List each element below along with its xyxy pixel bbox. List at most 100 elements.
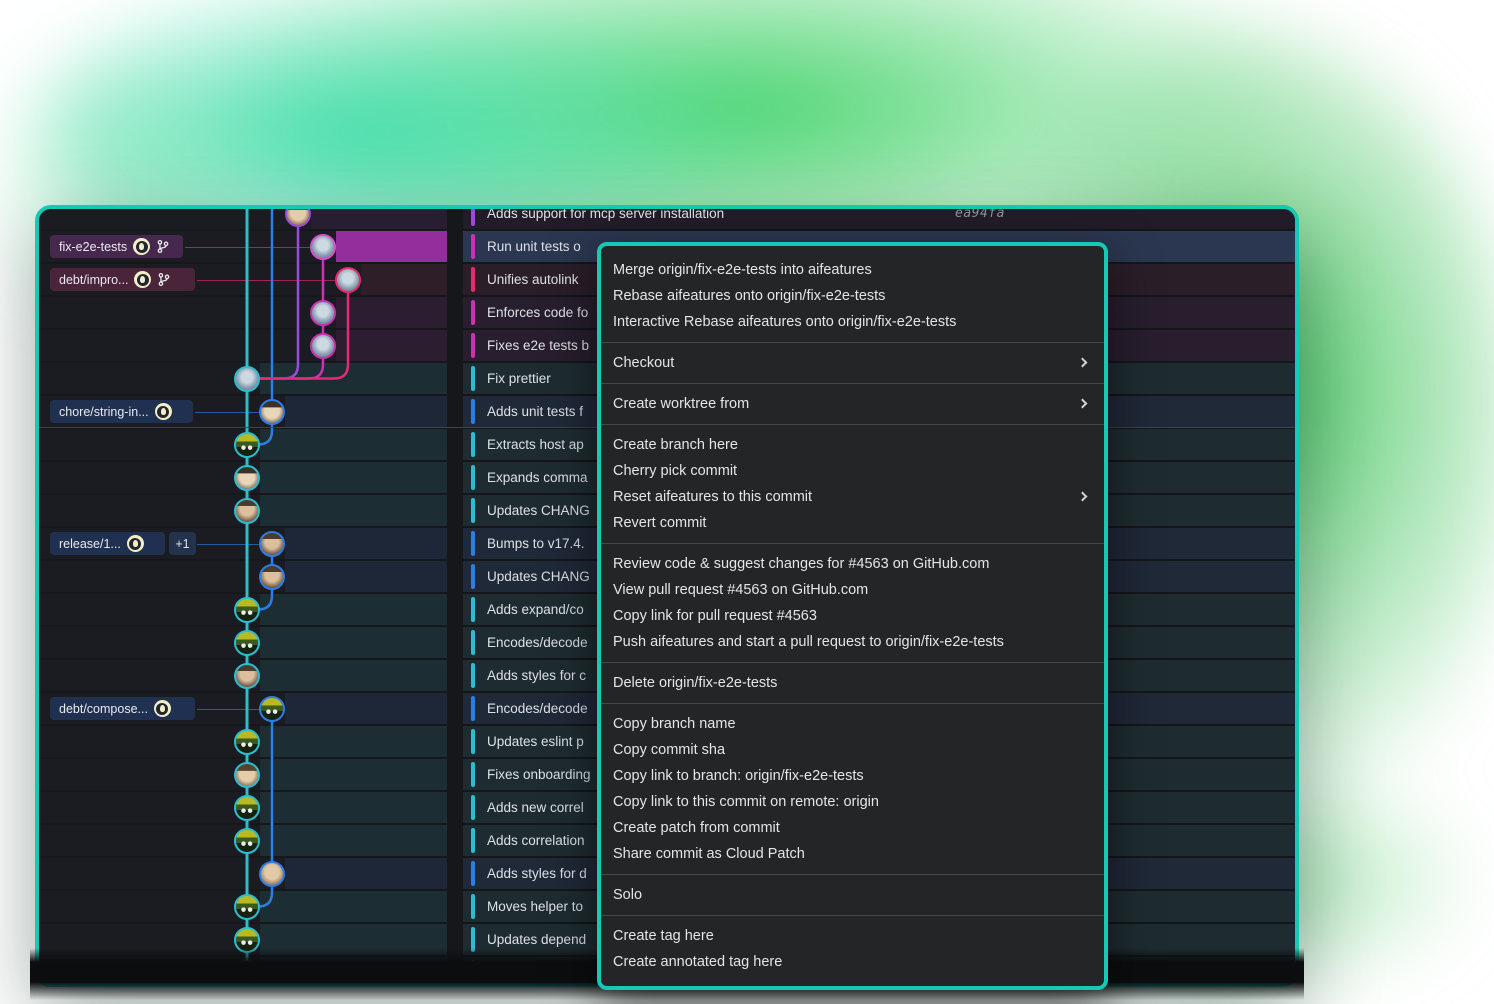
commit-node-avatar[interactable] (234, 828, 260, 854)
commit-graph-panel: fix-e2e-tests debt/impro... chore/string-i… (39, 209, 447, 983)
menu-item-copy-link-to-this-commit-on-remote-origi[interactable]: Copy link to this commit on remote: orig… (601, 789, 1104, 815)
commit-node-avatar[interactable] (234, 795, 260, 821)
commit-message: Adds styles for c (487, 660, 586, 691)
git-branch-icon (156, 239, 170, 254)
commit-node-avatar[interactable] (259, 696, 285, 722)
menu-item-label: Copy branch name (613, 716, 736, 732)
menu-group: Delete origin/fix-e2e-tests (601, 662, 1104, 703)
menu-item-copy-commit-sha[interactable]: Copy commit sha (601, 737, 1104, 763)
menu-item-checkout[interactable]: Checkout (601, 350, 1104, 376)
commit-node-avatar[interactable] (310, 234, 336, 260)
menu-item-delete-origin-fix-e2e-tests[interactable]: Delete origin/fix-e2e-tests (601, 670, 1104, 696)
commit-node-avatar[interactable] (259, 861, 285, 887)
commit-message: Moves helper to (487, 891, 583, 922)
commit-node-avatar[interactable] (234, 894, 260, 920)
submenu-chevron-icon (1078, 492, 1088, 502)
branch-color-bar (471, 597, 475, 622)
commit-node-avatar[interactable] (234, 465, 260, 491)
git-branch-icon (157, 272, 171, 287)
commit-node-avatar[interactable] (259, 564, 285, 590)
menu-item-view-pull-request-4563-on-github-com[interactable]: View pull request #4563 on GitHub.com (601, 577, 1104, 603)
branch-label-chore-string-in-[interactable]: chore/string-in... (50, 400, 193, 423)
menu-item-create-worktree-from[interactable]: Create worktree from (601, 391, 1104, 417)
menu-item-solo[interactable]: Solo (601, 882, 1104, 908)
menu-item-create-branch-here[interactable]: Create branch here (601, 432, 1104, 458)
branch-label-text: debt/impro... (59, 273, 128, 287)
menu-item-label: Review code & suggest changes for #4563 … (613, 556, 989, 572)
menu-item-label: Create worktree from (613, 396, 749, 412)
menu-item-label: Checkout (613, 355, 674, 371)
menu-item-interactive-rebase-aifeatures-onto-origi[interactable]: Interactive Rebase aifeatures onto origi… (601, 309, 1104, 335)
commit-message: Enforces code fo (487, 297, 588, 328)
menu-group: Create worktree from (601, 383, 1104, 424)
menu-item-create-patch-from-commit[interactable]: Create patch from commit (601, 815, 1104, 841)
menu-item-label: Interactive Rebase aifeatures onto origi… (613, 314, 956, 330)
commit-node-avatar[interactable] (234, 498, 260, 524)
commit-message: Adds correlation (487, 825, 585, 856)
branch-color-bar (471, 762, 475, 787)
commit-message: Unifies autolink (487, 264, 579, 295)
commit-message: Run unit tests o (487, 231, 581, 262)
menu-item-label: Solo (613, 887, 642, 903)
commit-node-avatar[interactable] (310, 333, 336, 359)
branch-color-bar (471, 696, 475, 721)
commit-node-avatar[interactable] (234, 366, 260, 392)
branch-color-bar (471, 234, 475, 259)
menu-item-create-annotated-tag-here[interactable]: Create annotated tag here (601, 949, 1104, 975)
commit-node-avatar[interactable] (234, 597, 260, 623)
branch-label-debt-compose-[interactable]: debt/compose... (50, 697, 195, 720)
menu-item-copy-branch-name[interactable]: Copy branch name (601, 711, 1104, 737)
commit-node-avatar[interactable] (234, 762, 260, 788)
branch-color-bar (471, 531, 475, 556)
menu-item-revert-commit[interactable]: Revert commit (601, 510, 1104, 536)
menu-item-merge-origin-fix-e2e-tests-into-aifeatur[interactable]: Merge origin/fix-e2e-tests into aifeatur… (601, 257, 1104, 283)
menu-item-create-tag-here[interactable]: Create tag here (601, 923, 1104, 949)
menu-item-label: Revert commit (613, 515, 706, 531)
git-branch-icon (157, 272, 171, 287)
commit-node-avatar[interactable] (285, 205, 311, 227)
menu-item-label: Copy link to this commit on remote: orig… (613, 794, 879, 810)
menu-item-copy-link-to-branch-origin-fix-e2e-tests[interactable]: Copy link to branch: origin/fix-e2e-test… (601, 763, 1104, 789)
branch-color-bar (471, 432, 475, 457)
menu-item-cherry-pick-commit[interactable]: Cherry pick commit (601, 458, 1104, 484)
commit-node-avatar[interactable] (259, 399, 285, 425)
menu-item-push-aifeatures-and-start-a-pull-request[interactable]: Push aifeatures and start a pull request… (601, 629, 1104, 655)
commit-message: Extracts host ap (487, 429, 584, 460)
branch-label-debt-impro-[interactable]: debt/impro... (50, 268, 195, 291)
commit-message: Bumps to v17.4. (487, 528, 585, 559)
commit-node-avatar[interactable] (310, 300, 336, 326)
commit-node-avatar[interactable] (234, 630, 260, 656)
branch-label-text: debt/compose... (59, 702, 148, 716)
menu-item-label: Create annotated tag here (613, 954, 782, 970)
branch-label-fix-e2e-tests[interactable]: fix-e2e-tests (50, 235, 183, 258)
branch-color-bar (471, 663, 475, 688)
branch-color-bar (471, 399, 475, 424)
menu-item-review-code-suggest-changes-for-4563-on-[interactable]: Review code & suggest changes for #4563 … (601, 551, 1104, 577)
commit-message: Updates CHANG (487, 561, 590, 592)
commit-node-avatar[interactable] (234, 432, 260, 458)
commit-message: Adds support for mcp server installation (487, 205, 724, 229)
commit-row[interactable]: Adds support for mcp server installation… (463, 205, 1295, 229)
menu-item-label: Merge origin/fix-e2e-tests into aifeatur… (613, 262, 872, 278)
branch-label-text: release/1... (59, 537, 121, 551)
hidden-refs-badge[interactable]: +1 (169, 532, 196, 555)
commit-node-avatar[interactable] (234, 729, 260, 755)
branch-color-bar (471, 205, 475, 226)
commit-node-avatar[interactable] (234, 663, 260, 689)
menu-item-share-commit-as-cloud-patch[interactable]: Share commit as Cloud Patch (601, 841, 1104, 867)
commit-node-avatar[interactable] (259, 531, 285, 557)
menu-item-copy-link-for-pull-request-4563[interactable]: Copy link for pull request #4563 (601, 603, 1104, 629)
menu-item-rebase-aifeatures-onto-origin-fix-e2e-te[interactable]: Rebase aifeatures onto origin/fix-e2e-te… (601, 283, 1104, 309)
commit-message: Updates eslint p (487, 726, 584, 757)
branch-color-bar (471, 300, 475, 325)
commit-message: Adds styles for d (487, 858, 587, 889)
menu-item-label: Copy link for pull request #4563 (613, 608, 817, 624)
commit-node-avatar[interactable] (335, 267, 361, 293)
branch-label-release-1-[interactable]: release/1... (50, 532, 165, 555)
menu-item-label: Share commit as Cloud Patch (613, 846, 805, 862)
branch-color-bar (471, 267, 475, 292)
branch-color-bar (471, 465, 475, 490)
menu-item-reset-aifeatures-to-this-commit[interactable]: Reset aifeatures to this commit (601, 484, 1104, 510)
branch-color-bar (471, 498, 475, 523)
screenshot-stage: fix-e2e-tests debt/impro... chore/string-i… (0, 0, 1494, 1004)
